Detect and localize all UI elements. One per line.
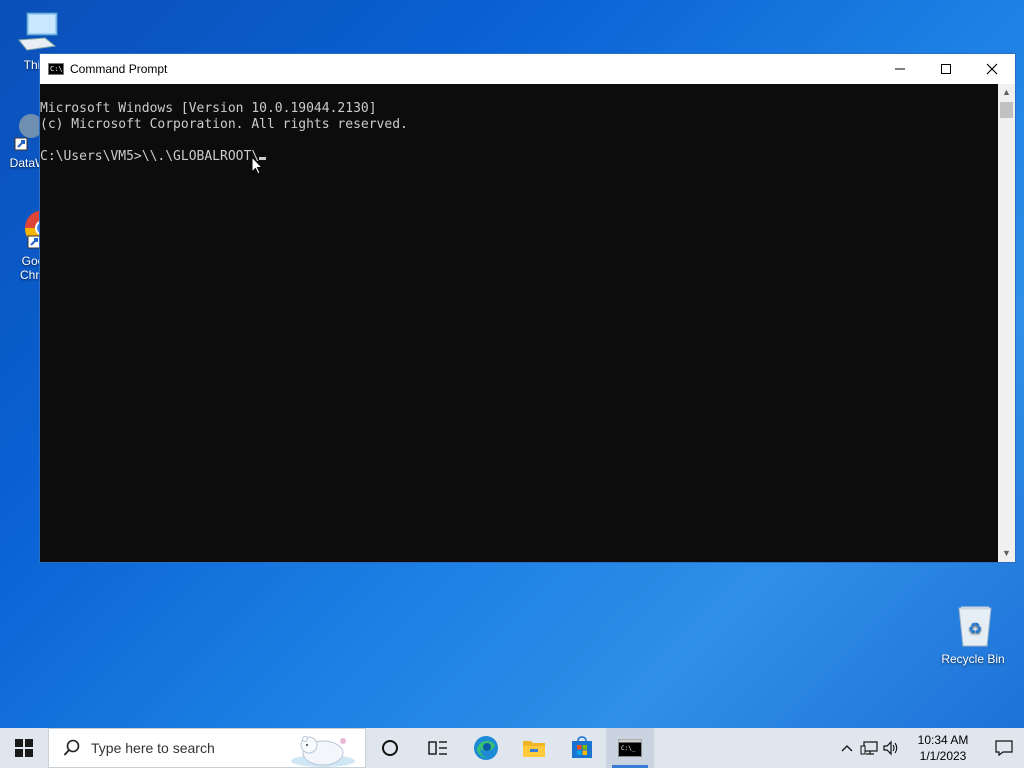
console-output[interactable]: Microsoft Windows [Version 10.0.19044.21… [40,84,1000,562]
windows-logo-icon [15,739,33,757]
title-bar[interactable]: C:\ Command Prompt [40,54,1015,84]
show-hidden-icons-button[interactable] [836,728,858,768]
recycle-bin-icon: ♻ [953,604,993,648]
system-tray: 10:34 AM 1/1/2023 [836,728,1024,768]
cmd-app-icon: C:\ [48,63,64,75]
scroll-down-arrow-icon[interactable]: ▼ [998,545,1015,562]
network-button[interactable] [858,728,880,768]
terminal-icon: C:\_ [618,739,642,757]
console-line: (c) Microsoft Corporation. All rights re… [40,117,408,132]
desktop-icon-recycle-bin[interactable]: ♻ Recycle Bin [938,604,1008,666]
scroll-up-arrow-icon[interactable]: ▲ [998,84,1015,101]
edge-icon [474,736,498,760]
svg-text:♻: ♻ [968,619,982,638]
task-view-icon [428,741,447,755]
desktop-icon-label: Recycle Bin [941,652,1005,666]
vertical-scrollbar[interactable]: ▲ ▼ [998,84,1015,562]
minimize-button[interactable] [877,54,923,84]
network-icon [860,741,878,755]
cortana-icon [382,740,398,756]
scroll-thumb[interactable] [1000,102,1013,118]
minimize-icon [895,68,905,70]
store-icon [572,736,592,758]
command-prompt-window: C:\ Command Prompt Microsoft Windows [Ve… [39,53,1016,563]
search-placeholder: Type here to search [91,740,215,756]
clock-date: 1/1/2023 [919,749,967,763]
start-button[interactable] [0,728,48,768]
clock-time: 10:34 AM [917,733,969,747]
close-button[interactable] [969,54,1015,84]
console-line: Microsoft Windows [Version 10.0.19044.21… [40,101,377,116]
svg-text:C:\_: C:\_ [621,745,636,752]
taskbar-search-box[interactable]: Type here to search [48,728,366,768]
console-prompt-line: C:\Users\VM5>\\.\GLOBALROOT\ [40,149,267,164]
app-shortcut-icon [1,108,43,152]
search-icon [63,739,80,756]
maximize-button[interactable] [923,54,969,84]
file-explorer-button[interactable] [510,728,558,768]
window-title: Command Prompt [70,62,168,76]
taskbar-clock[interactable]: 10:34 AM 1/1/2023 [908,732,978,764]
cortana-button[interactable] [366,728,414,768]
folder-icon [523,741,545,757]
speaker-icon [883,740,898,756]
chevron-up-icon [841,745,853,752]
close-icon [986,63,998,75]
store-button[interactable] [558,728,606,768]
command-prompt-taskbar-button[interactable]: C:\_ [606,728,654,768]
volume-button[interactable] [880,728,902,768]
notification-icon [995,740,1013,756]
mouse-pointer-icon [251,155,264,181]
action-center-button[interactable] [984,728,1024,768]
console-input: C:\Users\VM5>\\.\GLOBALROOT\ [40,149,260,164]
computer-icon [15,10,58,54]
taskbar: Type here to search C:\_ 10:34 AM 1/1/20… [0,728,1024,768]
search-highlight-illustration-icon [285,733,355,767]
task-view-button[interactable] [414,728,462,768]
edge-taskbar-button[interactable] [462,728,510,768]
maximize-icon [941,64,951,74]
